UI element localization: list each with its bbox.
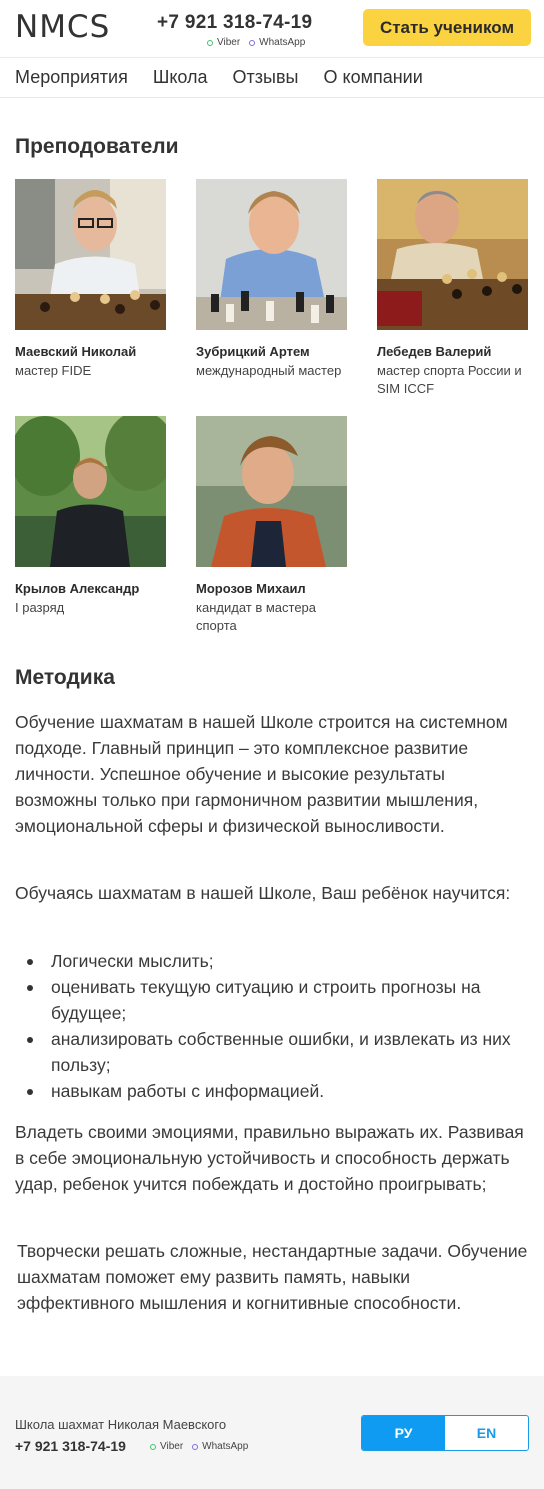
list-item: оценивать текущую ситуацию и строить про… bbox=[15, 974, 530, 1026]
nav-item-reviews[interactable]: Отзывы bbox=[233, 67, 299, 88]
teacher-name: Крылов Александр bbox=[15, 581, 140, 596]
teacher-photo bbox=[377, 179, 528, 330]
footer-messengers: Viber WhatsApp bbox=[150, 1441, 248, 1452]
become-student-button[interactable]: Стать учеником bbox=[363, 9, 531, 46]
language-switcher: РУ EN bbox=[361, 1415, 529, 1451]
teacher-photo bbox=[196, 179, 347, 330]
nav-item-school[interactable]: Школа bbox=[153, 67, 208, 88]
teacher-photo bbox=[15, 179, 166, 330]
list-item: анализировать собственные ошибки, и извл… bbox=[15, 1026, 530, 1078]
lang-en-button[interactable]: EN bbox=[445, 1416, 528, 1450]
list-item: Логически мыслить; bbox=[15, 948, 530, 974]
viber-icon bbox=[150, 1443, 156, 1450]
teacher-card[interactable]: Лебедев Валерий мастер спорта России и S… bbox=[377, 179, 528, 398]
teacher-title: кандидат в мастера спорта bbox=[196, 600, 317, 633]
viber-label: Viber bbox=[160, 1441, 184, 1452]
teacher-card[interactable]: Морозов Михаил кандидат в мастера спорта bbox=[196, 416, 347, 635]
lang-ru-button[interactable]: РУ bbox=[362, 1416, 445, 1450]
teacher-name: Зубрицкий Артем bbox=[196, 344, 310, 359]
teacher-card[interactable]: Зубрицкий Артем международный мастер bbox=[196, 179, 347, 380]
whatsapp-label: WhatsApp bbox=[202, 1441, 249, 1452]
teachers-heading: Преподователи bbox=[15, 135, 179, 158]
method-paragraph: Обучение шахматам в нашей Школе строится… bbox=[15, 712, 508, 836]
teacher-title: мастер FIDE bbox=[15, 363, 92, 378]
footer-whatsapp-link[interactable]: WhatsApp bbox=[192, 1441, 248, 1452]
viber-link[interactable]: Viber bbox=[207, 37, 240, 48]
phone-number[interactable]: +7 921 318-74-19 bbox=[157, 12, 327, 34]
teacher-photo bbox=[15, 416, 166, 567]
footer-phone[interactable]: +7 921 318-74-19 bbox=[15, 1438, 126, 1454]
method-paragraph: Владеть своими эмоциями, правильно выраж… bbox=[15, 1122, 524, 1194]
skills-list: Логически мыслить; оценивать текущую сит… bbox=[15, 948, 530, 1104]
site-header: NMCS +7 921 318-74-19 Viber WhatsApp Ста… bbox=[0, 0, 544, 58]
teacher-photo bbox=[196, 416, 347, 567]
logo[interactable]: NMCS bbox=[15, 9, 110, 45]
teacher-title: мастер спорта России и SIM ICCF bbox=[377, 363, 522, 396]
contact-block: +7 921 318-74-19 Viber WhatsApp bbox=[157, 12, 327, 48]
teacher-title: международный мастер bbox=[196, 363, 342, 378]
teacher-name: Морозов Михаил bbox=[196, 581, 306, 596]
whatsapp-icon bbox=[249, 39, 256, 46]
viber-icon bbox=[207, 39, 213, 46]
teacher-card[interactable]: Маевский Николай мастер FIDE bbox=[15, 179, 166, 380]
whatsapp-label: WhatsApp bbox=[259, 37, 306, 48]
method-paragraph: Творчески решать сложные, нестандартные … bbox=[17, 1241, 528, 1313]
method-paragraph: Обучаясь шахматам в нашей Школе, Ваш реб… bbox=[15, 883, 511, 903]
nav-item-events[interactable]: Мероприятия bbox=[15, 67, 128, 88]
method-heading: Методика bbox=[15, 666, 115, 689]
whatsapp-icon bbox=[192, 1443, 199, 1450]
whatsapp-link[interactable]: WhatsApp bbox=[249, 37, 305, 48]
teacher-title: I разряд bbox=[15, 600, 65, 615]
teacher-card[interactable]: Крылов Александр I разряд bbox=[15, 416, 166, 617]
list-item: навыкам работы с информацией. bbox=[15, 1078, 530, 1104]
footer-viber-link[interactable]: Viber bbox=[150, 1441, 183, 1452]
footer-school-name: Школа шахмат Николая Маевского bbox=[15, 1417, 227, 1432]
viber-label: Viber bbox=[217, 37, 241, 48]
site-footer: Школа шахмат Николая Маевского +7 921 31… bbox=[0, 1376, 544, 1489]
messengers: Viber WhatsApp bbox=[157, 37, 327, 48]
teacher-name: Лебедев Валерий bbox=[377, 344, 492, 359]
teacher-name: Маевский Николай bbox=[15, 344, 137, 359]
nav-item-about[interactable]: О компании bbox=[323, 67, 422, 88]
main-nav: Мероприятия Школа Отзывы О компании bbox=[0, 58, 544, 98]
